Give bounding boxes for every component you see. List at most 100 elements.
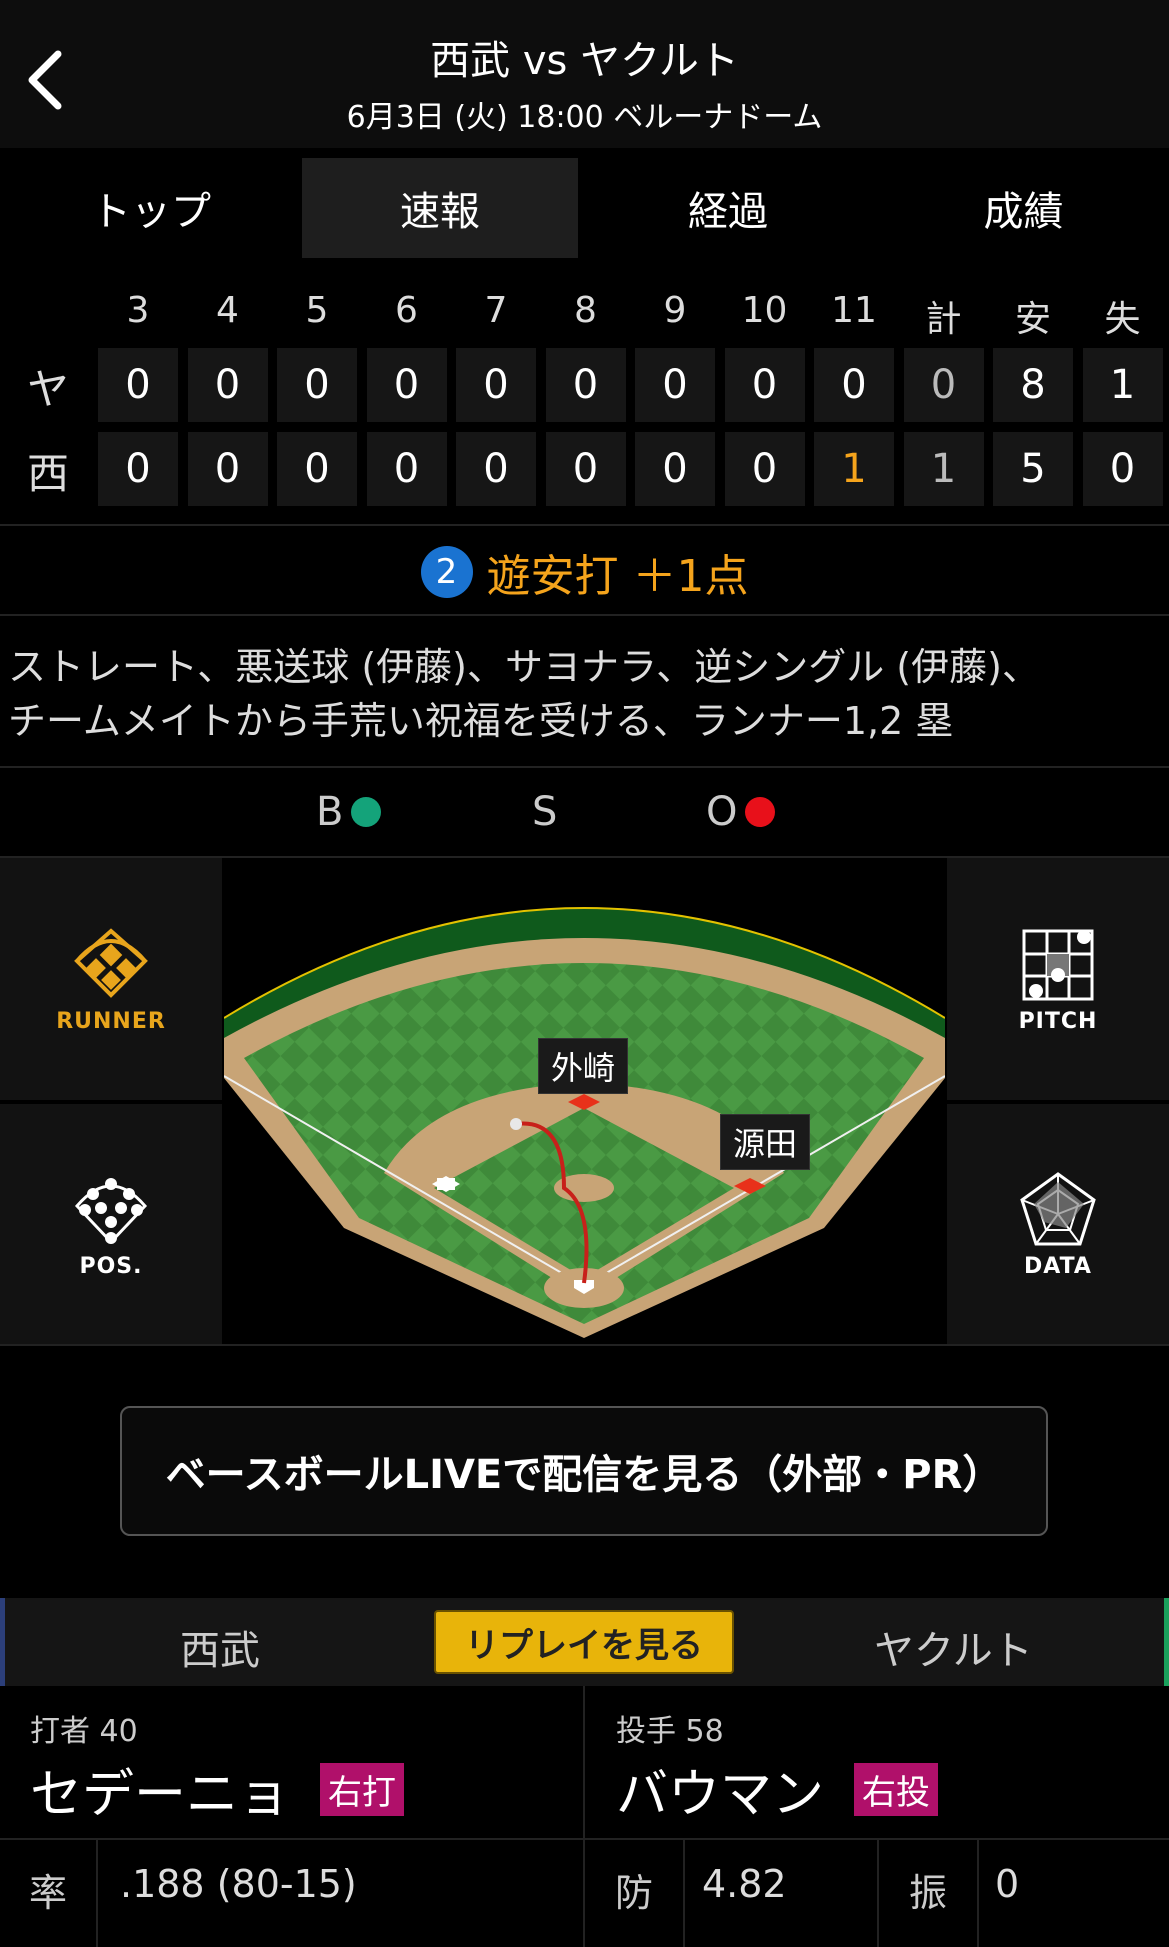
divider <box>96 1840 98 1947</box>
score-cell: 0 <box>277 348 357 422</box>
era-key: 防 <box>614 1871 653 1915</box>
strikeout-value: 0 <box>995 1862 1020 1906</box>
inning-header: 失 <box>1104 299 1141 340</box>
pitch-button[interactable]: PITCH <box>947 858 1169 1100</box>
inning-header: 安 <box>1014 299 1051 340</box>
away-team-tab[interactable]: ヤクルト <box>874 1618 1033 1676</box>
divider <box>0 766 1169 768</box>
runner-label: RUNNER <box>56 1008 166 1034</box>
runner-diamond-icon <box>74 927 148 998</box>
game-title: 西武 vs ヤクルト <box>430 38 739 84</box>
play-result: 2 遊安打 ＋1点 <box>0 530 1169 614</box>
divider <box>0 614 1169 616</box>
data-label: DATA <box>1024 1253 1092 1279</box>
score-cell: 0 <box>1082 432 1163 506</box>
score-cell: 0 <box>724 348 805 422</box>
team-abbrev: 西 <box>26 449 69 498</box>
score-cell: 0 <box>545 432 626 506</box>
team-bar: 西武 リプレイを見る ヤクルト <box>0 1598 1169 1686</box>
score-cell: 1 <box>1082 348 1163 422</box>
score-cell: 0 <box>456 348 536 422</box>
team-abbrev: ヤ <box>26 365 69 414</box>
inning-header: 6 <box>395 290 418 331</box>
batter-info: セデーニョ 右打 <box>30 1752 405 1827</box>
score-cell: 0 <box>98 348 178 422</box>
away-team-color <box>1164 1598 1169 1686</box>
batting-avg-value: .188 (80-15) <box>120 1862 357 1906</box>
strike-count: S <box>532 782 557 842</box>
watch-live-button[interactable]: ベースボールLIVEで配信を見る（外部・PR） <box>120 1406 1048 1536</box>
tab-stats[interactable]: 成績 <box>878 148 1169 268</box>
baseball-field <box>223 858 946 1344</box>
out-dot <box>745 797 776 827</box>
position-label: POS. <box>79 1253 143 1279</box>
strikeout-key: 振 <box>908 1871 947 1915</box>
tab-live[interactable]: 速報 <box>302 158 578 258</box>
batter-label: 打者 40 <box>30 1714 138 1749</box>
divider <box>0 1344 1169 1346</box>
score-cell: 0 <box>635 432 715 506</box>
inning-header: 9 <box>663 290 687 331</box>
inning-header: 3 <box>126 290 150 331</box>
score-cell: 0 <box>635 348 715 422</box>
pitcher-info: バウマン 右投 <box>616 1752 939 1827</box>
pitcher-name[interactable]: バウマン <box>616 1752 824 1827</box>
inning-header: 計 <box>925 299 962 340</box>
position-diamond-icon <box>74 1177 148 1244</box>
score-cell: 0 <box>277 432 357 506</box>
score-cell: 8 <box>993 348 1073 422</box>
score-cell: 0 <box>545 348 626 422</box>
inning-header: 4 <box>216 290 239 331</box>
inning-header: 5 <box>305 290 329 331</box>
field-diagram <box>223 858 946 1344</box>
score-cell: 0 <box>456 432 536 506</box>
pitcher-hand-badge: 右投 <box>854 1763 939 1816</box>
home-team-tab[interactable]: 西武 <box>180 1618 260 1676</box>
strike-label: S <box>532 789 558 835</box>
play-description-line: ストレート、悪送球 (伊藤)、サヨナラ、逆シングル (伊藤)、 <box>8 645 1040 689</box>
stats-row: 率 .188 (80-15) 防 4.82 振 0 <box>0 1838 1169 1947</box>
play-description: ストレート、悪送球 (伊藤)、サヨナラ、逆シングル (伊藤)、 チームメイトから… <box>8 640 1158 748</box>
score-cell: 1 <box>903 432 984 506</box>
era-value: 4.82 <box>702 1862 787 1906</box>
score-cell: 0 <box>98 432 178 506</box>
inning-header: 11 <box>831 290 877 331</box>
home-team-color <box>0 1598 5 1686</box>
game-subtitle: 6月3日 (火) 18:00 ベルーナドーム <box>346 100 823 135</box>
tab-top[interactable]: トップ <box>0 148 302 268</box>
divider <box>683 1840 685 1947</box>
runner-button[interactable]: RUNNER <box>0 858 222 1100</box>
ball-dot <box>351 797 382 827</box>
tab-progress[interactable]: 経過 <box>578 148 878 268</box>
divider <box>0 524 1169 526</box>
data-button[interactable]: DATA <box>947 1104 1169 1344</box>
inning-header: 10 <box>741 290 788 331</box>
pitcher-label: 投手 58 <box>616 1714 724 1749</box>
batting-avg-key: 率 <box>28 1871 67 1915</box>
inning-header: 7 <box>484 290 508 331</box>
out-count: O <box>706 782 776 842</box>
score-cell: 5 <box>993 432 1073 506</box>
out-label: O <box>706 789 738 835</box>
inning-header: 8 <box>574 290 597 331</box>
batter-number-badge: 2 <box>420 546 473 598</box>
ball-label: B <box>316 789 344 835</box>
score-cell: 0 <box>366 432 447 506</box>
play-description-line: チームメイトから手荒い祝福を受ける、ランナー1,2 塁 <box>8 699 954 743</box>
tab-bar: トップ 速報 経過 成績 <box>0 148 1169 268</box>
pitch-label: PITCH <box>1018 1008 1098 1034</box>
batter-hand-badge: 右打 <box>320 1763 405 1816</box>
score-cell: 0 <box>814 348 894 422</box>
radar-chart-icon <box>1020 1171 1096 1245</box>
position-button[interactable]: POS. <box>0 1104 222 1344</box>
score-cell: 1 <box>814 432 894 506</box>
score-cell: 0 <box>187 348 268 422</box>
replay-button[interactable]: リプレイを見る <box>434 1610 734 1674</box>
score-cell: 0 <box>724 432 805 506</box>
score-cell: 0 <box>903 348 984 422</box>
ball-count: B <box>316 782 382 842</box>
play-result-text: 遊安打 ＋1点 <box>486 551 749 602</box>
fielder-label-2b: 外崎 <box>538 1038 629 1094</box>
batter-name[interactable]: セデーニョ <box>30 1752 290 1827</box>
divider <box>977 1840 979 1947</box>
